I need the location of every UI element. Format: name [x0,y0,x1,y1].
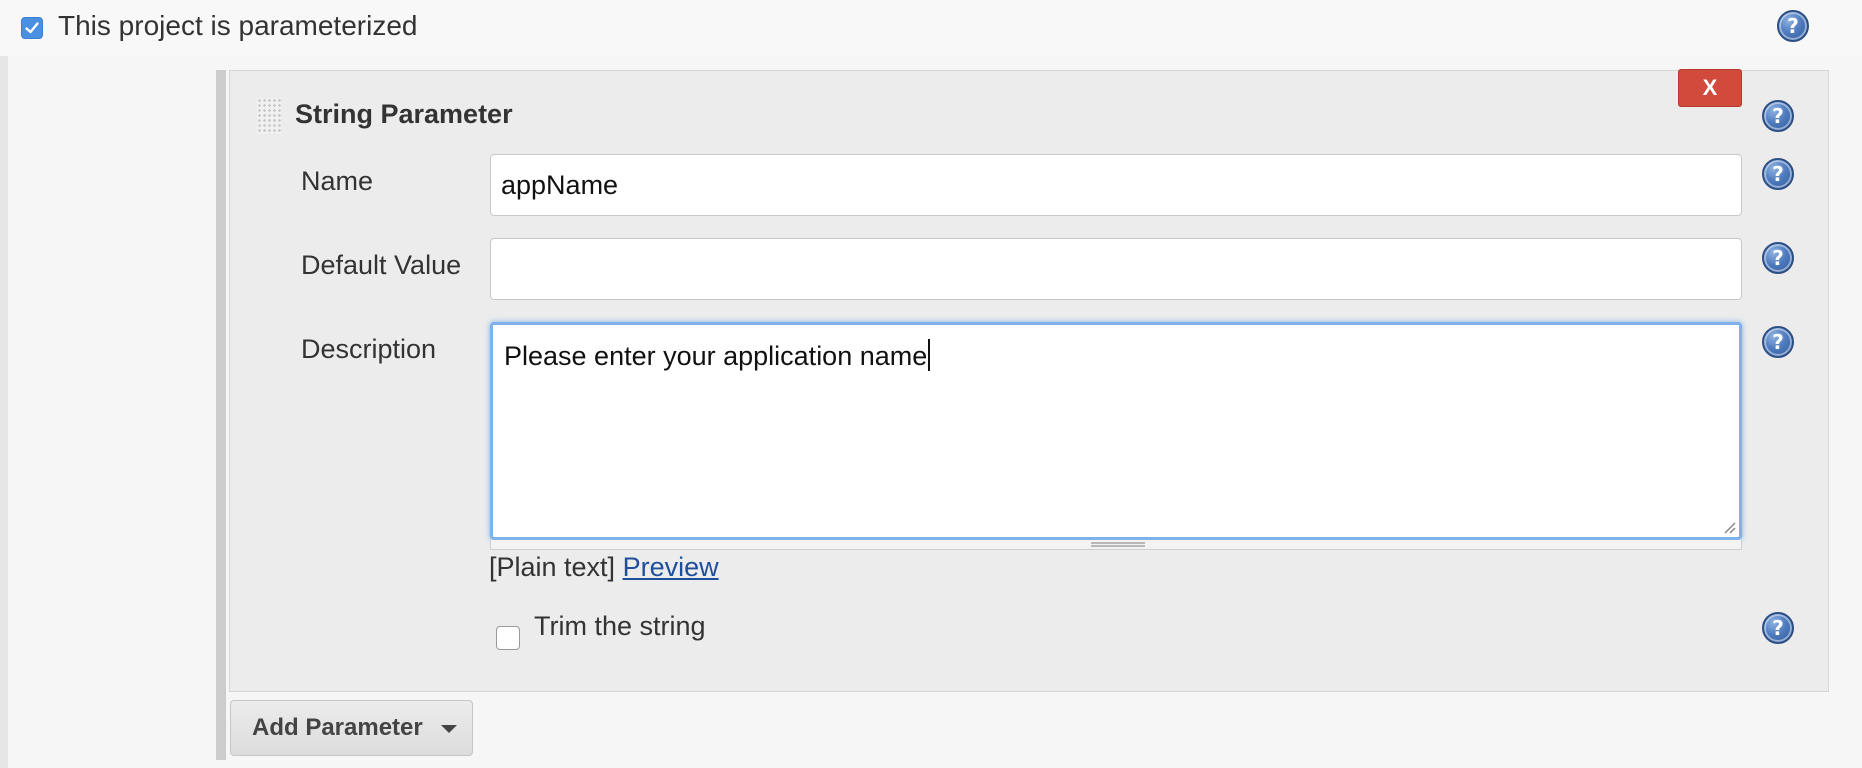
help-icon-parameterized[interactable]: ? [1777,10,1809,42]
help-icon-name[interactable]: ? [1762,158,1794,190]
checkmark-icon [25,22,39,34]
description-label: Description [301,334,437,364]
resize-bar-grip [1091,542,1145,544]
add-parameter-label: Add Parameter [252,714,423,741]
markup-format-row: [Plain text] Preview [489,552,719,583]
help-icon-string-parameter[interactable]: ? [1762,100,1794,132]
text-caret [928,339,931,371]
trim-string-checkbox[interactable] [496,626,520,650]
help-icon-description[interactable]: ? [1762,326,1794,358]
name-input[interactable]: appName [490,154,1742,216]
help-icon-default-value[interactable]: ? [1762,242,1794,274]
resize-grip-icon[interactable] [1722,520,1736,534]
parameter-type-title: String Parameter [295,99,513,129]
description-text: Please enter your application name [504,341,928,371]
markup-format-label: [Plain text] [489,552,616,582]
drag-bar [216,70,226,760]
default-value-input[interactable] [490,238,1742,300]
delete-parameter-button[interactable]: X [1678,69,1742,107]
trim-string-label[interactable]: Trim the string [534,611,706,642]
parameterized-checkbox[interactable] [21,17,43,39]
help-icon-trim[interactable]: ? [1762,612,1794,644]
description-textarea[interactable]: Please enter your application name [490,322,1742,540]
name-label: Name [301,166,374,196]
left-gutter [0,56,8,768]
preview-link[interactable]: Preview [623,552,719,582]
textarea-resize-bar[interactable] [490,540,1742,550]
add-parameter-button[interactable]: Add Parameter [230,700,473,756]
default-value-label: Default Value [301,250,462,280]
parameterized-label[interactable]: This project is parameterized [58,10,417,42]
drag-handle-icon[interactable] [257,98,281,134]
caret-down-icon [441,725,457,733]
